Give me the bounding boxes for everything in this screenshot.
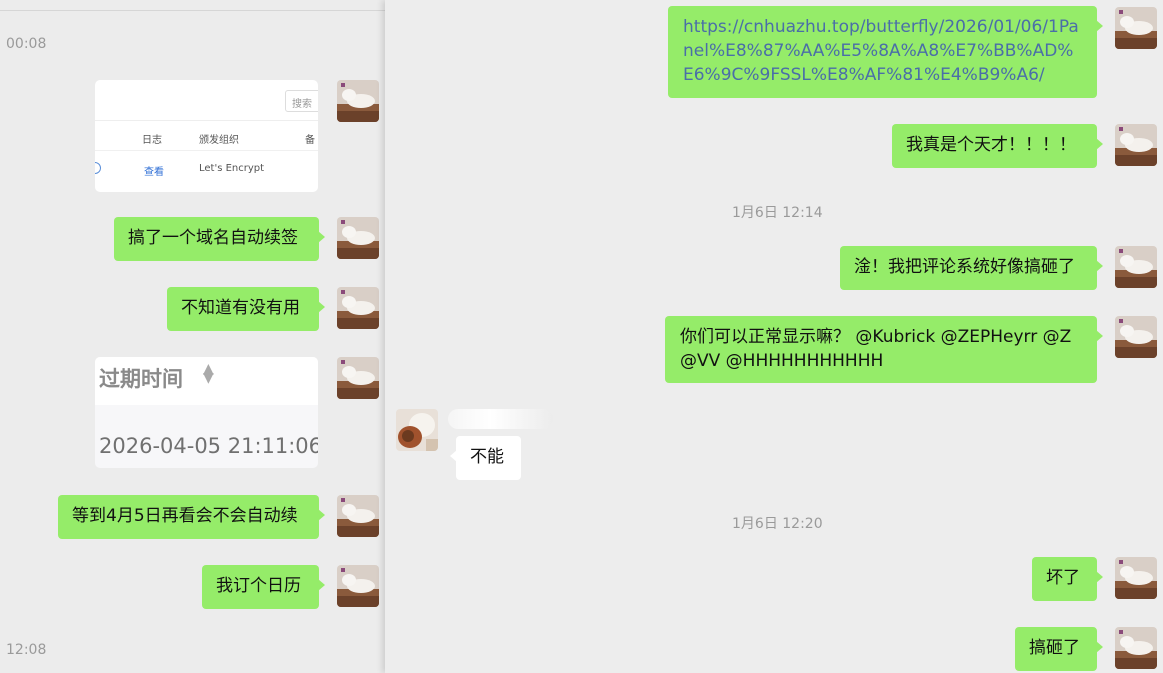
blog-url-link[interactable]: https://cnhuazhu.top/butterfly/2026/01/0… — [683, 17, 1079, 85]
self-avatar[interactable] — [337, 565, 379, 607]
cat-avatar-icon — [1115, 7, 1157, 49]
image-message-expiry[interactable]: 过期时间 ▲ ▼ 2026-04-05 21:11:06 — [95, 357, 318, 468]
message-bubble[interactable]: 搞了一个域名自动续签 — [114, 217, 325, 261]
cat-avatar-icon — [337, 357, 379, 399]
blurred-sender-name — [448, 409, 553, 429]
cat-avatar-icon — [1115, 124, 1157, 166]
cat-avatar-icon — [337, 217, 379, 259]
message-bubble[interactable]: 我真是个天才！！！！ — [892, 124, 1103, 168]
contact-avatar-icon — [396, 409, 438, 451]
self-avatar[interactable] — [337, 357, 379, 399]
message-bubble[interactable]: 搞砸了 — [1015, 627, 1103, 671]
column-header-partial: 备 — [305, 135, 315, 146]
divider — [95, 150, 318, 151]
self-avatar[interactable] — [337, 80, 379, 122]
self-avatar[interactable] — [1115, 7, 1157, 49]
message-bubble[interactable]: 淦！我把评论系统好像搞砸了 — [840, 246, 1103, 290]
divider — [95, 120, 318, 121]
issuer-value: Let's Encrypt — [199, 163, 265, 174]
image-message-ssl-table[interactable]: 搜索 日志 颁发组织 备 查看 Let's Encrypt — [95, 80, 318, 192]
search-placeholder: 搜索 — [292, 99, 312, 110]
cat-avatar-icon — [337, 495, 379, 537]
self-avatar[interactable] — [337, 495, 379, 537]
link-message-bubble[interactable]: https://cnhuazhu.top/butterfly/2026/01/0… — [668, 6, 1103, 98]
cat-avatar-icon — [1115, 246, 1157, 288]
self-avatar[interactable] — [1115, 627, 1157, 669]
self-avatar[interactable] — [337, 217, 379, 259]
self-avatar[interactable] — [1115, 124, 1157, 166]
message-bubble[interactable]: 不知道有没有用 — [167, 287, 325, 331]
timestamp: 12:08 — [6, 642, 47, 658]
search-box: 搜索 — [285, 90, 318, 112]
expiry-column-header: 过期时间 — [99, 367, 183, 391]
column-header-issuer: 颁发组织 — [199, 135, 239, 146]
cat-avatar-icon — [337, 80, 379, 122]
self-avatar[interactable] — [1115, 316, 1157, 358]
message-bubble[interactable]: 我订个日历 — [202, 565, 325, 609]
cat-avatar-icon — [1115, 557, 1157, 599]
sort-icon: ▲ ▼ — [203, 361, 214, 386]
cat-avatar-icon — [1115, 316, 1157, 358]
left-chat-pane: 00:08 搜索 日志 颁发组织 备 查看 Let's Encrypt 搞了一个… — [0, 0, 385, 673]
message-bubble[interactable]: 坏了 — [1032, 557, 1103, 601]
self-avatar[interactable] — [1115, 246, 1157, 288]
timestamp: 1月6日 12:14 — [732, 205, 823, 221]
message-bubble-mentions[interactable]: 你们可以正常显示嘛？ @Kubrick @ZEPHeyrr @Z@VV @HHH… — [665, 316, 1103, 383]
column-header-log: 日志 — [142, 135, 162, 146]
self-avatar[interactable] — [337, 287, 379, 329]
right-chat-pane: https://cnhuazhu.top/butterfly/2026/01/0… — [385, 0, 1163, 673]
timestamp: 1月6日 12:20 — [732, 516, 823, 532]
divider — [0, 10, 385, 11]
contact-avatar[interactable] — [396, 409, 438, 451]
view-link: 查看 — [144, 167, 164, 178]
radio-icon — [95, 162, 101, 174]
cat-avatar-icon — [337, 287, 379, 329]
cat-avatar-icon — [1115, 627, 1157, 669]
self-avatar[interactable] — [1115, 557, 1157, 599]
cat-avatar-icon — [337, 565, 379, 607]
contact-message-bubble[interactable]: 不能 — [450, 436, 521, 480]
expiry-value: 2026-04-05 21:11:06 — [99, 434, 318, 458]
timestamp: 00:08 — [6, 36, 47, 52]
message-bubble[interactable]: 等到4月5日再看会不会自动续 — [58, 495, 325, 539]
